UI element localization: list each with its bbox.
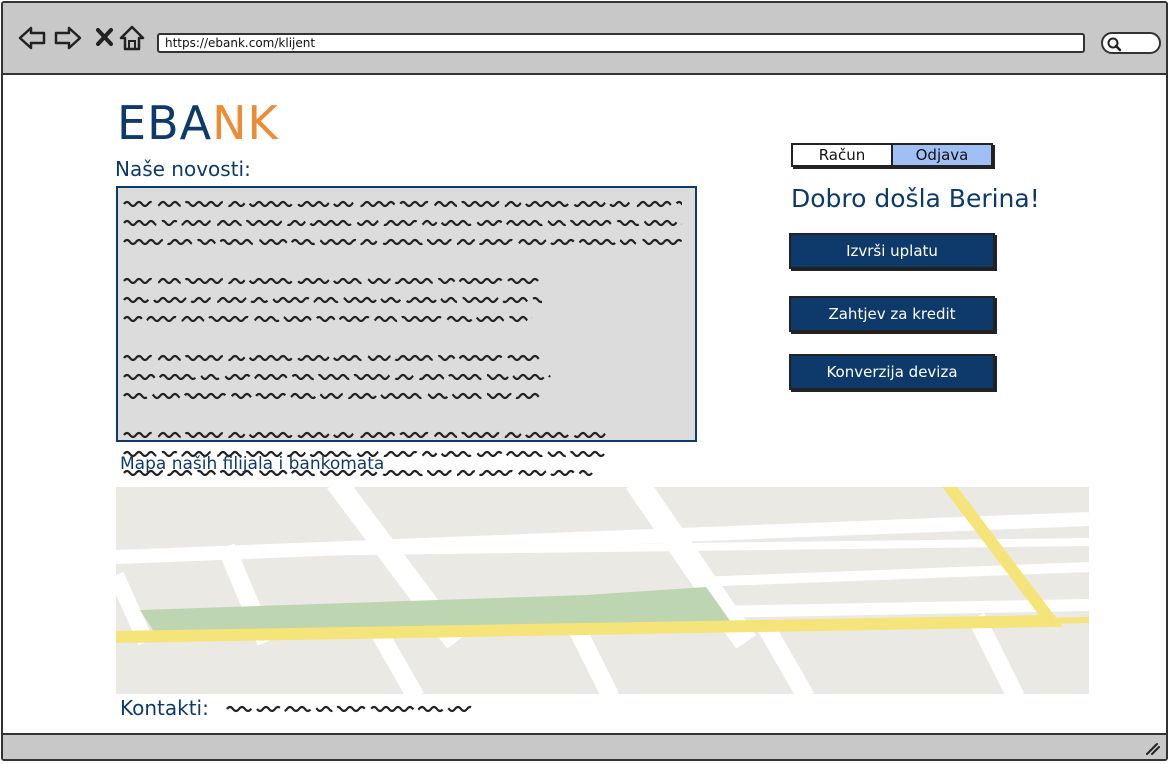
payment-button[interactable]: Izvrši uplatu — [789, 233, 995, 269]
text-placeholder-scribble — [123, 315, 539, 323]
currency-exchange-button[interactable]: Konverzija deviza — [789, 354, 995, 390]
news-paragraph — [122, 275, 691, 332]
logo-text-orange: NK — [212, 96, 279, 150]
browser-status-bar — [3, 733, 1166, 759]
forward-arrow-icon[interactable] — [53, 23, 83, 53]
text-placeholder-scribble — [123, 373, 551, 381]
text-placeholder-scribble — [123, 277, 539, 285]
news-paragraph — [122, 198, 731, 255]
search-icon — [1107, 37, 1122, 52]
map-heading: Mapa naših filijala i bankomata — [120, 454, 385, 474]
branch-map[interactable] — [116, 487, 1089, 694]
news-heading: Naše novosti: — [115, 157, 251, 181]
text-placeholder-scribble — [123, 392, 545, 400]
text-placeholder-scribble — [123, 200, 689, 208]
loan-request-button[interactable]: Zahtjev za kredit — [789, 296, 995, 332]
welcome-message: Dobro došla Berina! — [791, 184, 1040, 213]
back-arrow-icon[interactable] — [17, 23, 47, 53]
tab-racun[interactable]: Račun — [793, 145, 891, 165]
map-graphic — [116, 487, 1089, 694]
text-placeholder-scribble — [123, 354, 545, 362]
browser-window: https://ebank.com/klijent EBANK Naše nov… — [1, 1, 1168, 761]
tab-odjava[interactable]: Odjava — [891, 145, 991, 165]
browser-toolbar: https://ebank.com/klijent — [3, 3, 1166, 75]
home-icon[interactable] — [117, 23, 147, 53]
search-field[interactable] — [1101, 32, 1161, 54]
address-bar[interactable]: https://ebank.com/klijent — [157, 33, 1085, 53]
text-placeholder-scribble — [123, 219, 689, 227]
ebank-logo[interactable]: EBANK — [117, 95, 279, 151]
text-placeholder-scribble — [123, 296, 545, 304]
contacts-text-scribble — [226, 705, 473, 713]
logo-text-blue: EBA — [117, 96, 213, 150]
text-placeholder-scribble — [123, 431, 611, 439]
news-panel — [116, 186, 731, 477]
contacts-label: Kontakti: — [120, 696, 209, 720]
resize-grip-icon[interactable] — [1144, 741, 1160, 755]
account-tabs: Račun Odjava — [791, 143, 993, 167]
text-placeholder-scribble — [123, 238, 731, 246]
news-paragraph — [122, 352, 691, 409]
